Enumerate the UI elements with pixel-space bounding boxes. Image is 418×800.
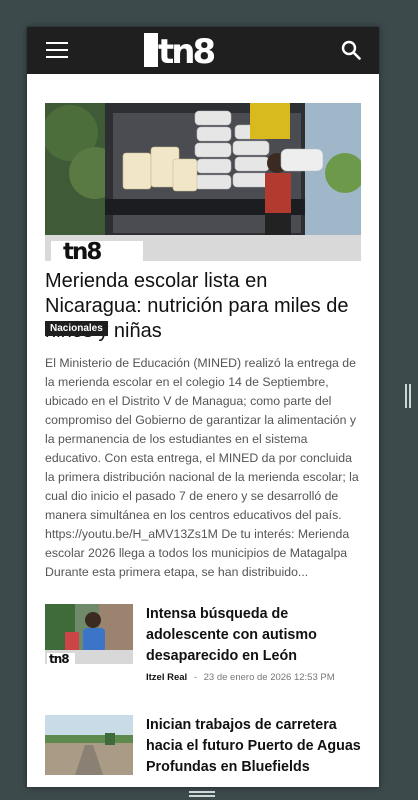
article-thumbnail[interactable]: tn8 — [45, 604, 133, 664]
search-icon[interactable] — [341, 40, 361, 60]
panel-resize-handle[interactable] — [405, 384, 411, 408]
article-thumbnail[interactable] — [45, 715, 133, 775]
article-author[interactable]: Itzel Real — [146, 672, 187, 683]
featured-article-image[interactable]: tn8 — [45, 103, 361, 261]
bottom-drag-handle[interactable] — [189, 791, 215, 799]
featured-excerpt: El Ministerio de Educación (MINED) reali… — [45, 356, 359, 579]
article-card[interactable]: tn8 Intensa búsqueda de adolescente con … — [45, 604, 361, 694]
article-meta: Itzel Real - 23 de enero de 2026 12:53 P… — [146, 672, 335, 683]
article-title[interactable]: Intensa búsqueda de adolescente con auti… — [146, 604, 361, 667]
article-date: 23 de enero de 2026 12:53 PM — [203, 672, 335, 683]
tn8-logo[interactable]: tn8 — [144, 33, 230, 67]
image-overlay-logo: tn8 — [63, 239, 101, 261]
article-card[interactable]: Inician trabajos de carretera hacia el f… — [45, 715, 361, 787]
phone-viewport: tn8 tn8 Merienda escolar lista en Nicara… — [27, 27, 379, 787]
thumb-overlay-logo: tn8 — [49, 652, 69, 664]
hamburger-menu-icon[interactable] — [46, 42, 68, 59]
logo-text: tn8 — [158, 33, 214, 67]
top-navigation-bar: tn8 — [27, 27, 379, 74]
category-badge[interactable]: Nacionales — [45, 321, 108, 336]
article-title[interactable]: Inician trabajos de carretera hacia el f… — [146, 715, 361, 778]
meta-separator: - — [193, 672, 197, 683]
